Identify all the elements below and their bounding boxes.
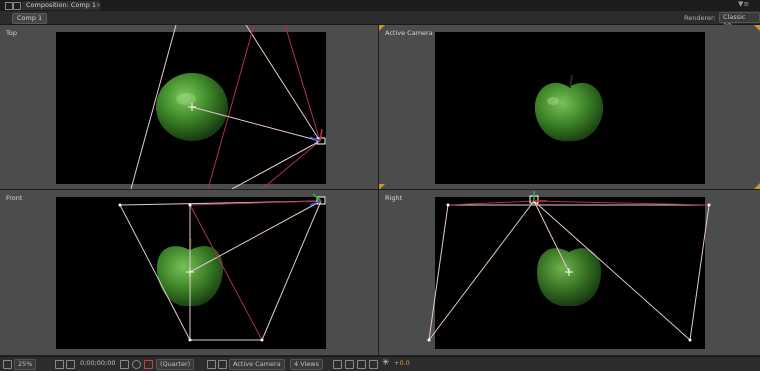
viewport-right[interactable]: Right [379, 190, 760, 355]
vertical-divider[interactable] [378, 25, 379, 356]
window-titlebar: Composition: Comp 1 × ▼≡ [0, 0, 760, 11]
monitor-icon[interactable] [3, 360, 12, 369]
viewer-toolbar: 25% 0;00;00;00 (Quarter) Active Camera 4… [0, 356, 760, 371]
camera-snapshot-icon[interactable] [120, 360, 129, 369]
renderer-label: Renderer: [684, 14, 716, 22]
viewport-top[interactable]: Top [0, 25, 378, 189]
pixel-aspect-icon[interactable] [333, 360, 342, 369]
exposure-value[interactable]: +0.0 [394, 359, 410, 368]
composition-tab[interactable]: Composition: Comp 1 [22, 1, 101, 10]
horizontal-divider[interactable] [0, 189, 760, 190]
right-view-scene [427, 191, 711, 342]
fast-preview-icon[interactable] [345, 360, 354, 369]
color-channel-icon[interactable] [144, 360, 153, 369]
region-icon[interactable] [66, 360, 75, 369]
apple-camera [534, 82, 604, 142]
transparency-icon[interactable] [218, 360, 227, 369]
viewport-front[interactable]: Front [0, 190, 378, 355]
lock-icon[interactable] [13, 2, 21, 10]
active-camera-scene [379, 25, 760, 189]
composition-icon [5, 2, 13, 10]
apple-right [537, 248, 601, 307]
renderer-button[interactable]: Classic 3D [719, 12, 760, 30]
viewport-active-camera[interactable]: Active Camera [379, 25, 760, 189]
target-region-icon[interactable] [207, 360, 216, 369]
timeline-icon[interactable] [357, 360, 366, 369]
comp-tab[interactable]: Comp 1 [12, 13, 48, 24]
camera-view-dropdown[interactable]: Active Camera [229, 359, 285, 370]
zoom-dropdown[interactable]: 25% [14, 359, 37, 370]
composition-bar: Comp 1 Renderer: Classic 3D [0, 11, 760, 30]
top-view-scene [130, 25, 326, 189]
front-view-scene [118, 193, 326, 342]
grid-icon[interactable] [55, 360, 64, 369]
panel-menu-icon[interactable]: ▼≡ [738, 0, 749, 8]
timecode-display[interactable]: 0;00;00;00 [80, 359, 116, 368]
close-icon[interactable]: × [96, 2, 101, 9]
resolution-dropdown[interactable]: (Quarter) [156, 359, 195, 370]
view-layout-dropdown[interactable]: 4 Views [290, 359, 324, 370]
flowchart-icon[interactable] [369, 360, 378, 369]
snapshot-show-icon[interactable] [132, 360, 141, 369]
exposure-icon[interactable]: ✳ [382, 358, 390, 368]
